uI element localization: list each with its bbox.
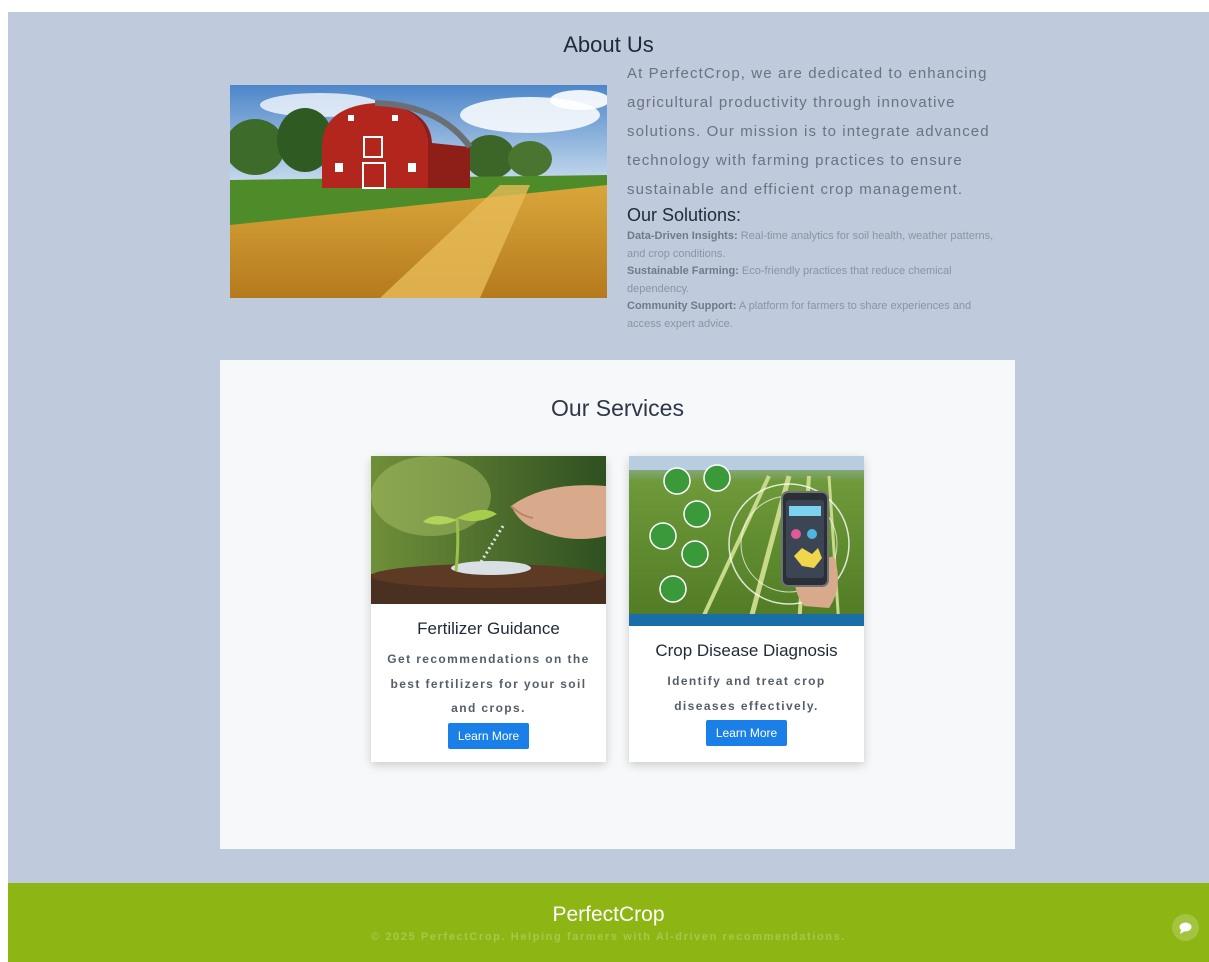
services-section: Our Services Fertilizer Guidance Get rec… [220,360,1015,849]
solution-label: Data-Driven Insights: [627,230,738,242]
solution-item: Data-Driven Insights: Real-time analytic… [627,228,997,263]
footer-brand: PerfectCrop [552,903,665,926]
about-title: About Us [563,32,654,57]
site-footer: PerfectCrop © 2025 PerfectCrop. Helping … [8,883,1209,962]
learn-more-button-disease[interactable]: Learn More [705,720,788,746]
services-title: Our Services [551,395,684,421]
service-card-disease: Crop Disease Diagnosis Identify and trea… [629,456,864,762]
solutions-list: Data-Driven Insights: Real-time analytic… [627,228,997,333]
about-text-block: At PerfectCrop, we are dedicated to enha… [627,59,997,333]
fertilizer-seedling-image [371,456,606,604]
solutions-title: Our Solutions: [627,205,742,225]
page-container: About Us At PerfectCrop, we are dedicate… [8,12,1209,962]
service-card-fertilizer: Fertilizer Guidance Get recommendations … [371,456,606,762]
learn-more-button-fertilizer[interactable]: Learn More [447,722,530,749]
solution-item: Sustainable Farming: Eco-friendly practi… [627,263,997,298]
solution-label: Community Support: [627,300,737,312]
card-title: Fertilizer Guidance [417,619,560,638]
footer-copyright: © 2025 PerfectCrop. Helping farmers with… [371,931,846,943]
card-title: Crop Disease Diagnosis [655,641,838,660]
solution-item: Community Support: A platform for farmer… [627,298,997,333]
chat-bubble-icon [1179,922,1192,934]
about-paragraph: At PerfectCrop, we are dedicated to enha… [627,65,990,198]
card-description: Get recommendations on the best fertiliz… [387,652,590,715]
chat-button[interactable] [1172,914,1199,941]
solution-label: Sustainable Farming: [627,265,739,277]
barn-field-image [230,85,607,298]
crop-disease-phone-image [629,456,864,626]
card-description: Identify and treat crop diseases effecti… [667,674,826,713]
